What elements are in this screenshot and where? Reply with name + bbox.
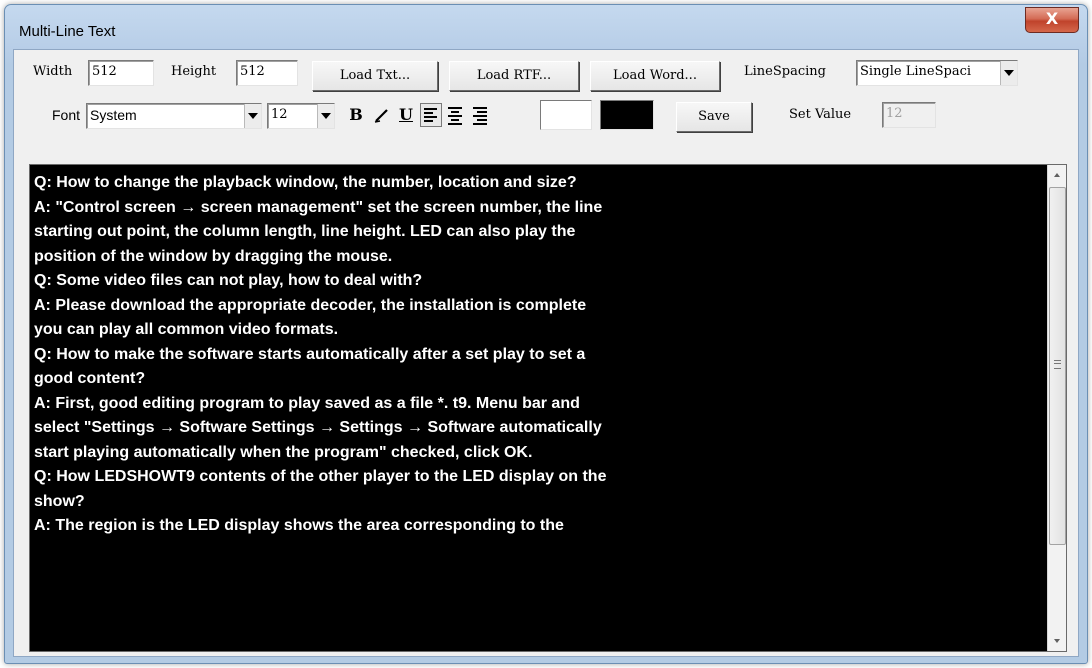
set-value-input[interactable]: 12: [882, 102, 936, 128]
text-color-swatch[interactable]: [540, 100, 592, 130]
editor-line: Q: How LEDSHOWT9 contents of the other p…: [34, 468, 607, 485]
close-button[interactable]: X: [1025, 7, 1079, 33]
scroll-down-arrow-icon[interactable]: [1048, 631, 1066, 651]
load-word-button[interactable]: Load Word...: [590, 61, 720, 91]
editor-line: start playing automatically when the pro…: [34, 443, 533, 461]
font-value: System: [90, 107, 137, 123]
italic-icon: [374, 109, 388, 123]
editor-text-content[interactable]: Q: How to change the playback window, th…: [30, 165, 1054, 539]
save-button[interactable]: Save: [676, 102, 752, 132]
editor-line: select "Settings → Software Settings → S…: [34, 419, 602, 436]
linespacing-label: LineSpacing: [744, 64, 826, 79]
align-left-icon: [424, 108, 437, 110]
title-bar[interactable]: Multi-Line Text X: [5, 5, 1087, 49]
chevron-down-icon[interactable]: [244, 104, 261, 128]
editor-line: good content?: [34, 370, 146, 387]
align-center-button[interactable]: [446, 106, 464, 125]
load-txt-button[interactable]: Load Txt...: [312, 61, 438, 91]
load-rtf-button[interactable]: Load RTF...: [449, 61, 579, 91]
editor-line: you can play all common video formats.: [34, 321, 339, 338]
editor-line: position of the window by dragging the m…: [34, 247, 393, 265]
scroll-up-arrow-icon[interactable]: [1048, 165, 1066, 185]
font-size-value: 12: [271, 107, 288, 122]
editor-line: show?: [34, 492, 85, 510]
linespacing-value: Single LineSpaci: [860, 64, 972, 79]
scrollbar-grip-icon: [1054, 360, 1061, 369]
dialog-client-area: Width 512 Height 512 Load Txt... Load RT…: [13, 49, 1079, 657]
window-title: Multi-Line Text: [19, 23, 116, 40]
editor-line: Q: How to make the software starts autom…: [34, 345, 586, 363]
vertical-scrollbar[interactable]: [1047, 165, 1066, 651]
editor-line: A: The region is the LED display shows t…: [34, 517, 564, 534]
editor-line: A: "Control screen → screen management" …: [34, 198, 603, 216]
background-color-swatch[interactable]: [600, 100, 654, 130]
height-label: Height: [171, 64, 217, 79]
linespacing-select[interactable]: Single LineSpaci: [856, 60, 1018, 86]
align-right-icon: [473, 107, 487, 109]
bold-button[interactable]: B: [344, 102, 368, 128]
align-right-button[interactable]: [471, 106, 489, 125]
editor-line: Q: Some video files can not play, how to…: [34, 272, 423, 289]
set-value-label: Set Value: [789, 107, 852, 122]
text-editor[interactable]: Q: How to change the playback window, th…: [29, 164, 1067, 652]
editor-line: A: Please download the appropriate decod…: [34, 296, 587, 314]
align-center-icon: [448, 107, 462, 109]
underline-button[interactable]: U: [394, 102, 418, 128]
height-input[interactable]: 512: [236, 60, 298, 86]
editor-line: starting out point, the column length, l…: [34, 223, 576, 240]
font-size-select[interactable]: 12: [267, 103, 335, 129]
chevron-down-icon[interactable]: [1000, 61, 1017, 85]
italic-button[interactable]: [370, 102, 394, 128]
width-label: Width: [33, 64, 73, 79]
chevron-down-icon[interactable]: [317, 104, 334, 128]
font-select[interactable]: System: [86, 103, 262, 129]
editor-line: A: First, good editing program to play s…: [34, 394, 580, 412]
editor-line: Q: How to change the playback window, th…: [34, 174, 577, 191]
align-left-button[interactable]: [420, 103, 442, 127]
scrollbar-thumb[interactable]: [1049, 187, 1066, 545]
multi-line-text-window: Multi-Line Text X Width 512 Height 512 L…: [4, 4, 1088, 664]
font-label: Font: [52, 107, 81, 123]
width-input[interactable]: 512: [88, 60, 154, 86]
